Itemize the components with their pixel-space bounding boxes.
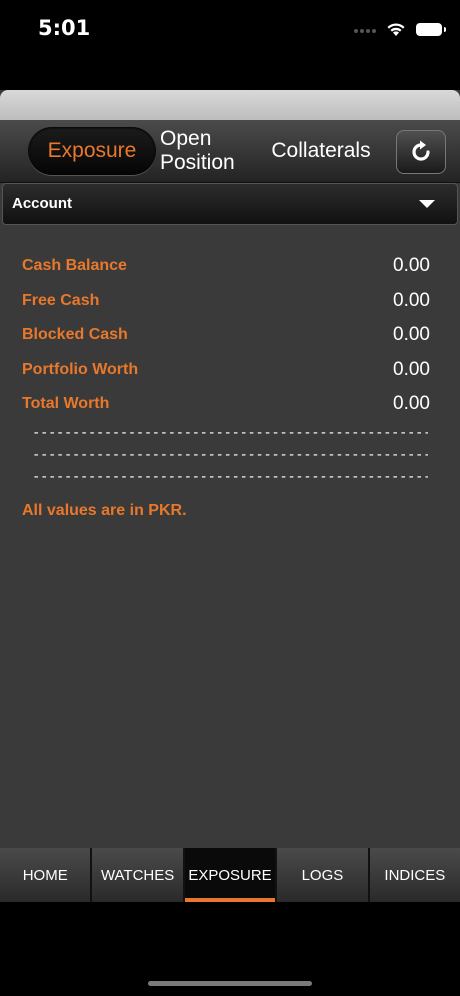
home-indicator[interactable] (148, 981, 312, 986)
blocked-cash-label: Blocked Cash (22, 326, 128, 344)
blocked-cash-value: 0.00 (393, 324, 430, 346)
total-worth-value: 0.00 (393, 393, 430, 415)
segment-toolbar: Exposure Open Position Collaterals (0, 120, 460, 183)
cash-balance-value: 0.00 (393, 255, 430, 277)
wifi-icon (387, 22, 405, 36)
tab-exposure-label: EXPOSURE (188, 866, 272, 884)
divider-line: ----------------------------------------… (32, 446, 428, 463)
tab-indices[interactable]: INDICES (369, 848, 460, 902)
chevron-down-icon (419, 200, 435, 208)
tab-exposure[interactable]: EXPOSURE (184, 848, 278, 902)
refresh-button[interactable] (396, 130, 446, 174)
status-icons (352, 20, 446, 38)
cellular-signal-icon (352, 20, 376, 38)
tab-logs[interactable]: LOGS (277, 848, 370, 902)
refresh-icon (412, 140, 430, 161)
summary-row-cash-balance: Cash Balance 0.00 (22, 249, 438, 284)
account-label: Account (12, 195, 72, 212)
tab-indices-label: INDICES (384, 866, 446, 884)
summary-row-blocked-cash: Blocked Cash 0.00 (22, 318, 438, 353)
portfolio-worth-label: Portfolio Worth (22, 360, 139, 378)
total-worth-label: Total Worth (22, 395, 110, 413)
summary-row-free-cash: Free Cash 0.00 (22, 284, 438, 319)
tab-logs-label: LOGS (301, 866, 344, 884)
battery-icon (416, 22, 446, 36)
segment-collaterals-label: Collaterals (271, 139, 371, 162)
tab-home-label: HOME (22, 866, 68, 884)
app-container: Exposure Open Position Collaterals Accoun… (0, 90, 460, 902)
portfolio-worth-value: 0.00 (393, 358, 430, 380)
free-cash-label: Free Cash (22, 291, 100, 309)
currency-note: All values are in PKR. (22, 501, 187, 519)
segment-collaterals[interactable]: Collaterals (262, 127, 380, 175)
phone-screen: 5:01 Exposure OpenPosition Collaterals (0, 0, 460, 996)
free-cash-value: 0.00 (393, 289, 430, 311)
segment-exposure[interactable]: Exposure (28, 127, 156, 175)
divider-line: ----------------------------------------… (32, 468, 428, 485)
exposure-summary: Cash Balance 0.00 Free Cash 0.00 Blocked… (0, 225, 460, 520)
tab-home[interactable]: HOME (0, 848, 93, 902)
tab-watches-label: WATCHES (100, 866, 175, 884)
divider-line: ----------------------------------------… (32, 424, 428, 441)
cash-balance-label: Cash Balance (22, 257, 127, 275)
summary-row-total-worth: Total Worth 0.00 (22, 387, 438, 422)
tab-watches[interactable]: WATCHES (92, 848, 185, 902)
segment-open-position-label: Open Position (160, 127, 235, 174)
account-dropdown[interactable]: Account (2, 183, 458, 225)
bottom-tab-bar: HOME WATCHES EXPOSURE LOGS INDICES (0, 848, 460, 902)
top-strip (0, 90, 460, 120)
summary-row-portfolio-worth: Portfolio Worth 0.00 (22, 353, 438, 388)
status-time: 5:01 (38, 16, 91, 40)
status-bar: 5:01 (0, 0, 460, 56)
segment-exposure-label: Exposure (47, 139, 137, 162)
segment-open-position[interactable]: Open Position (160, 127, 250, 175)
